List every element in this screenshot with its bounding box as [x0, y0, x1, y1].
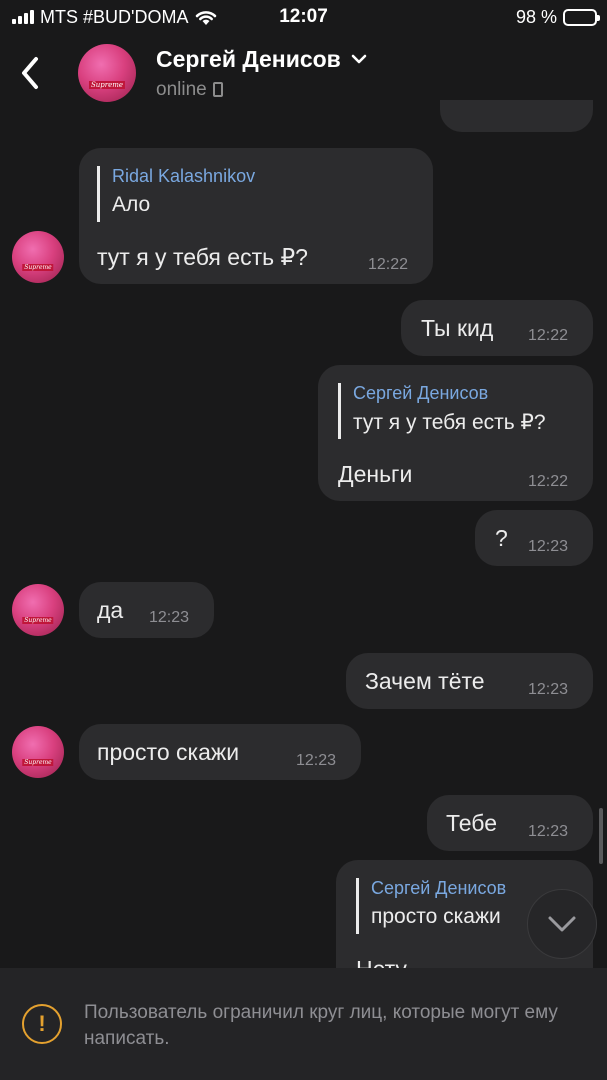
message-time: 12:23	[528, 538, 569, 555]
message-bubble-outgoing[interactable]: Ты кид 12:22	[401, 300, 593, 356]
avatar-logo: Supreme	[22, 759, 54, 767]
chat-header: Supreme Сергей Денисов online	[0, 36, 607, 110]
avatar-logo: Supreme	[22, 264, 54, 272]
sender-avatar[interactable]: Supreme	[12, 726, 64, 778]
message-text: Тебе	[446, 810, 497, 836]
message-text: да	[97, 597, 124, 623]
message-time: 12:22	[368, 256, 409, 273]
message-time: 12:23	[296, 752, 337, 769]
notice-text: Пользователь ограничил круг лиц, которые…	[84, 1002, 558, 1049]
back-button[interactable]	[0, 36, 60, 110]
contact-name: Сергей Денисов	[156, 45, 341, 72]
avatar-logo: Supreme	[22, 617, 54, 625]
sender-avatar[interactable]: Supreme	[12, 231, 64, 283]
warning-icon: !	[22, 1004, 62, 1044]
message-text: Зачем тёте	[365, 668, 485, 694]
signal-icon	[12, 10, 34, 24]
contact-status-row: online	[156, 79, 367, 101]
scroll-to-bottom-button[interactable]	[527, 889, 597, 959]
reply-quote: Сергей Денисов просто скажи	[356, 878, 506, 934]
message-text: тут я у тебя есть ₽?	[97, 244, 308, 270]
contact-name-row: Сергей Денисов	[156, 46, 367, 73]
message-time: 12:22	[528, 473, 569, 490]
message-time: 12:23	[528, 823, 569, 840]
reply-text: тут я у тебя есть ₽?	[353, 411, 546, 434]
message-time: 12:22	[528, 327, 569, 344]
contact-avatar[interactable]: Supreme	[78, 44, 136, 102]
reply-author: Сергей Денисов	[353, 383, 489, 403]
chevron-left-icon	[22, 57, 38, 89]
message-text: просто скажи	[97, 739, 240, 765]
battery-icon	[563, 8, 600, 26]
reply-quote: Ridal Kalashnikov Ало	[97, 166, 255, 222]
contact-status: online	[156, 78, 207, 100]
message-bubble-outgoing[interactable]: Сергей Денисов тут я у тебя есть ₽? День…	[318, 365, 593, 501]
status-left: MTS #BUD'DOMA	[12, 7, 218, 28]
message-text: ?	[495, 525, 508, 551]
message-bubble-incoming[interactable]: да 12:23	[79, 582, 214, 638]
message-time: 12:23	[528, 681, 569, 698]
message-bubble-outgoing[interactable]: Тебе 12:23	[427, 795, 593, 851]
scrollbar[interactable]	[599, 808, 603, 864]
status-right: 98 %	[515, 6, 600, 28]
message-bubble-incoming[interactable]: Ridal Kalashnikov Ало тут я у тебя есть …	[79, 148, 433, 284]
mobile-icon	[212, 82, 223, 97]
chevron-down-icon	[351, 54, 367, 64]
sender-avatar[interactable]: Supreme	[12, 584, 64, 636]
avatar-logo: Supreme	[88, 81, 126, 90]
contact-info[interactable]: Сергей Денисов online	[156, 46, 367, 101]
message-bubble-incoming[interactable]: просто скажи 12:23	[79, 724, 361, 780]
battery-percent: 98 %	[515, 6, 557, 27]
reply-text: Ало	[112, 193, 151, 216]
chevron-down-icon	[548, 916, 576, 932]
restriction-notice: ! Пользователь ограничил круг лиц, котор…	[0, 968, 607, 1080]
message-bubble-partial	[440, 100, 593, 132]
reply-author: Ridal Kalashnikov	[112, 166, 256, 186]
message-bubble-outgoing[interactable]: ? 12:23	[475, 510, 593, 566]
message-text: Ты кид	[421, 315, 494, 341]
reply-text: просто скажи	[371, 905, 501, 928]
message-bubble-outgoing[interactable]: Зачем тёте 12:23	[346, 653, 593, 709]
status-bar: MTS #BUD'DOMA 12:07 98 %	[0, 0, 607, 34]
message-time: 12:23	[149, 609, 190, 626]
reply-quote: Сергей Денисов тут я у тебя есть ₽?	[338, 383, 546, 439]
message-text: Деньги	[338, 461, 413, 487]
wifi-icon	[196, 11, 217, 25]
reply-author: Сергей Денисов	[371, 878, 507, 898]
carrier-name: MTS #BUD'DOMA	[40, 6, 189, 27]
